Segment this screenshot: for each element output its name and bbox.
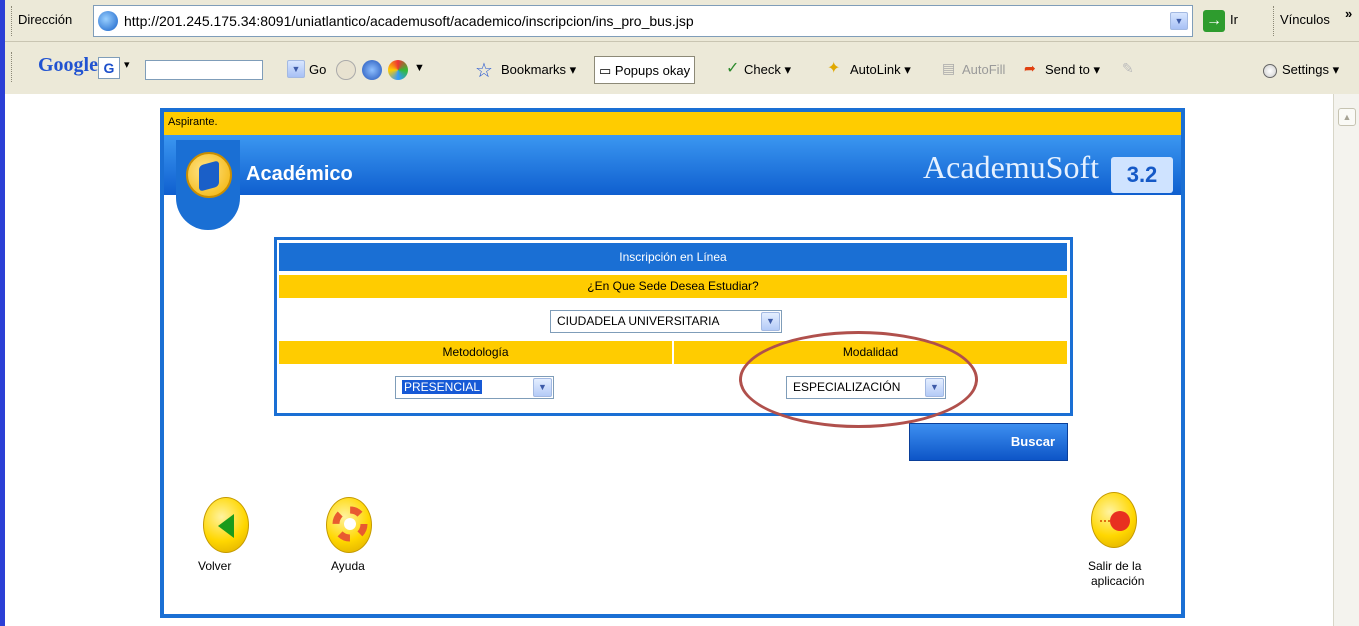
volver-label[interactable]: Volver [198,559,231,573]
autolink-label: AutoLink [850,62,901,77]
spellcheck-icon[interactable]: ✓ [726,58,739,78]
google-logo[interactable]: Google [38,54,98,77]
google-search-dropdown-icon[interactable]: ▼ [287,60,305,78]
autolink-button[interactable]: AutoLink ▾ [850,56,911,84]
sede-value: CIUDADELA UNIVERSITARIA [557,314,720,328]
user-role: Aspirante. [168,116,218,128]
metodologia-label: Metodología [279,341,672,364]
toolbar-grip[interactable] [11,6,13,36]
popups-label: Popups okay [614,63,691,78]
browser-chrome: Dirección http://201.245.175.34:8091/uni… [0,0,1359,94]
toolbar-grip[interactable] [1273,6,1275,36]
check-button[interactable]: Check ▾ [744,56,791,84]
buscar-button[interactable]: Buscar [909,423,1068,461]
popups-button[interactable]: ▭ Popups okay [594,56,696,84]
pencil-icon: ✎ [1122,60,1134,76]
google-search-input[interactable] [145,60,263,80]
academico-logo [176,140,240,230]
autolink-icon[interactable]: ✦ [827,58,840,78]
sede-question: ¿En Que Sede Desea Estudiar? [279,275,1067,298]
ayuda-label[interactable]: Ayuda [331,559,365,573]
form-title: Inscripción en Línea [279,243,1067,271]
bookmarks-button[interactable]: Bookmarks ▾ [501,56,576,84]
globe-icon[interactable] [362,60,382,80]
address-url[interactable]: http://201.245.175.34:8091/uniatlantico/… [124,13,694,29]
check-label: Check [744,62,781,77]
news-icon[interactable] [336,60,356,80]
google-g-dropdown-icon[interactable]: ▾ [124,58,130,71]
back-arrow-icon[interactable] [203,497,249,553]
autofill-button: AutoFill [962,62,1006,77]
address-bar: Dirección http://201.245.175.34:8091/uni… [5,0,1359,42]
exit-icon[interactable] [1091,492,1137,548]
ie-page-icon [98,11,118,31]
back-arrow-shape [218,514,234,538]
academico-logo-icon [186,152,232,198]
metodologia-select[interactable]: PRESENCIAL ▼ [395,376,554,399]
send-to-icon[interactable]: ➦ [1024,60,1036,77]
brand-logo: AcademuSoft [923,149,1099,185]
puzzle-icon[interactable] [388,60,408,80]
address-dropdown-icon[interactable]: ▼ [1170,12,1188,30]
module-title: Académico [246,163,353,185]
user-stripe: Aspirante. [164,112,1181,135]
lifebuoy-shape [332,506,368,542]
puzzle-dropdown-icon[interactable]: ▼ [414,62,425,74]
metodologia-value: PRESENCIAL [402,380,483,394]
scroll-up-icon[interactable]: ▲ [1338,108,1356,126]
go-button[interactable]: Ir [1230,12,1238,27]
google-go-button[interactable]: Go [309,56,326,84]
vertical-scrollbar[interactable]: ▲ [1333,94,1359,626]
send-to-label: Send to [1045,62,1090,77]
bookmarks-label: Bookmarks [501,62,567,77]
toolbar-grip[interactable] [11,52,13,82]
salir-label-line1[interactable]: Salir de la [1088,559,1141,573]
settings-icon[interactable] [1263,64,1277,78]
autofill-icon: ▤ [942,60,956,76]
chevron-down-icon[interactable]: ▼ [761,312,780,331]
links-chevron-icon[interactable]: » [1345,6,1352,21]
settings-button[interactable]: Settings ▾ [1282,56,1339,84]
lifebuoy-icon[interactable] [326,497,372,553]
address-input[interactable]: http://201.245.175.34:8091/uniatlantico/… [93,5,1193,37]
address-label: Dirección [18,12,73,27]
links-label[interactable]: Vínculos [1280,12,1330,27]
settings-label: Settings [1282,62,1329,77]
google-logo-text: Google [38,54,98,76]
version-badge: 3.2 [1111,157,1173,193]
chevron-down-icon[interactable]: ▼ [533,378,552,397]
app-banner: Académico AcademuSoft 3.2 [164,135,1181,195]
google-g-button[interactable]: G [98,57,120,79]
go-arrow-icon[interactable]: → [1203,10,1225,32]
annotation-ellipse [739,331,978,428]
sede-select[interactable]: CIUDADELA UNIVERSITARIA ▼ [550,310,782,333]
send-to-button[interactable]: Send to ▾ [1045,56,1100,84]
salir-label-line2[interactable]: aplicación [1091,574,1144,588]
star-icon[interactable]: ☆ [475,58,493,83]
exit-shape [1100,511,1130,531]
app-frame: Aspirante. Académico AcademuSoft 3.2 Ins… [160,108,1185,618]
